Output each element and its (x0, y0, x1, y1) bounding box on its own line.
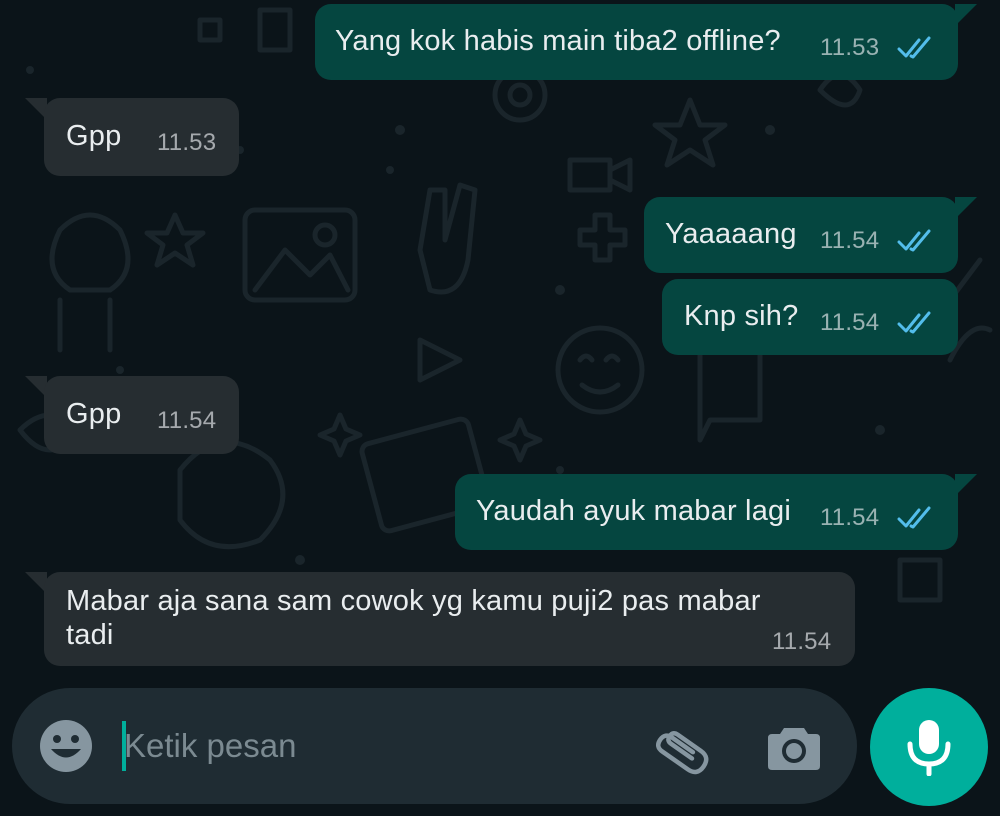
message-text: Gpp (66, 398, 122, 430)
message-bubble-outgoing[interactable]: Yaudah ayuk mabar lagi 11.54 (455, 474, 958, 550)
message-text: Gpp (66, 120, 122, 152)
double-check-icon (897, 36, 931, 59)
message-time: 11.54 (820, 227, 880, 254)
message-bubble-outgoing[interactable]: Yaaaaang 11.54 (644, 197, 958, 273)
message-bubble-outgoing[interactable]: Yang kok habis main tiba2 offline? 11.53 (315, 4, 958, 80)
bubble-tail (955, 4, 977, 26)
double-check-icon (897, 506, 931, 529)
message-composer (12, 688, 857, 804)
message-text-line-1: Mabar aja sana sam cowok yg kamu puji2 p… (66, 585, 761, 617)
message-text: Yaudah ayuk mabar lagi (476, 495, 792, 527)
microphone-icon (907, 720, 951, 776)
message-bubble-incoming[interactable]: Gpp 11.54 (44, 376, 239, 454)
message-bubble-incoming[interactable]: Mabar aja sana sam cowok yg kamu puji2 p… (44, 572, 855, 666)
message-input[interactable] (124, 716, 624, 776)
message-bubble-incoming[interactable]: Gpp 11.53 (44, 98, 239, 176)
message-text: Knp sih? (684, 300, 799, 332)
message-bubble-outgoing[interactable]: Knp sih? 11.54 (662, 279, 958, 355)
message-text: Yang kok habis main tiba2 offline? (335, 25, 781, 57)
message-text: Yaaaaang (665, 218, 797, 250)
message-time: 11.53 (820, 34, 880, 61)
message-time: 11.53 (157, 129, 217, 156)
chat-screen: Yang kok habis main tiba2 offline? 11.53… (0, 0, 1000, 816)
bubble-tail (955, 197, 977, 219)
message-time: 11.54 (157, 407, 217, 434)
paperclip-icon[interactable] (652, 718, 712, 778)
emoji-icon[interactable] (38, 718, 94, 774)
message-time: 11.54 (820, 309, 880, 336)
camera-icon[interactable] (766, 720, 822, 774)
microphone-button[interactable] (870, 688, 988, 806)
message-time: 11.54 (772, 628, 832, 655)
double-check-icon (897, 229, 931, 252)
message-time: 11.54 (820, 504, 880, 531)
double-check-icon (897, 311, 931, 334)
message-text-line-2: tadi (66, 619, 114, 651)
bubble-tail (955, 474, 977, 496)
